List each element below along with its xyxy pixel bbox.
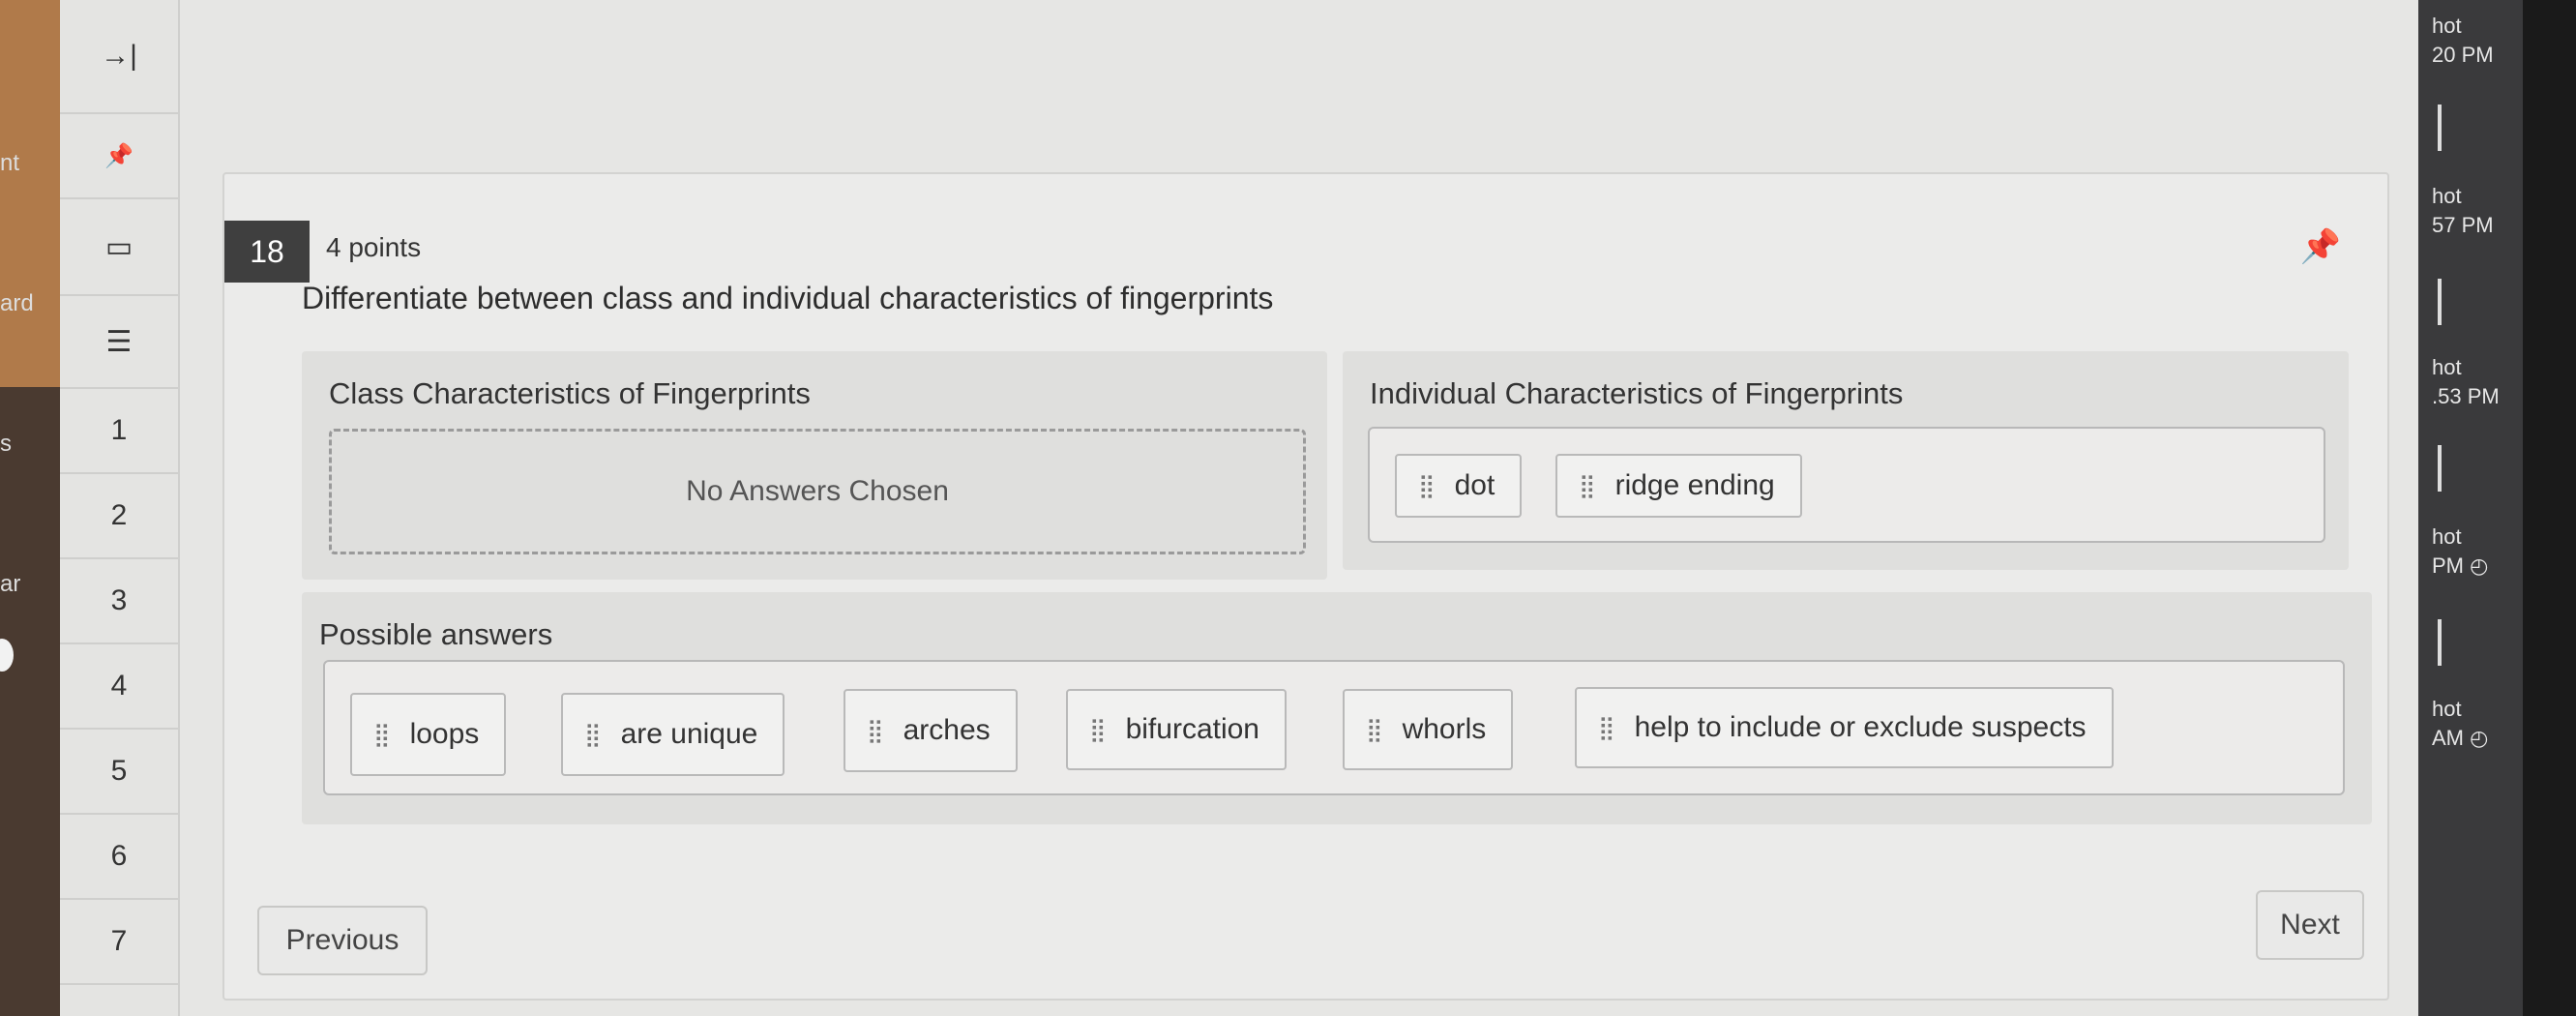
notification-bar [2438,445,2442,492]
class-category-panel: Class Characteristics of Fingerprints No… [302,351,1327,580]
background-left: nt ard s ar [0,0,60,1016]
drag-handle-icon: ⣿ [1089,716,1107,743]
question-navigator: →| 📌 ▭ ☰ 1 2 3 4 5 6 7 [60,0,180,1016]
drag-handle-icon: ⣿ [1598,714,1615,741]
nav-question-2[interactable]: 2 [60,474,178,559]
next-button[interactable]: Next [2256,890,2364,960]
nav-question-4[interactable]: 4 [60,644,178,730]
answer-chip[interactable]: ⣿ ridge ending [1555,454,1802,518]
answer-chip-label: whorls [1402,713,1487,745]
notification-bar [2438,619,2442,666]
answer-chip[interactable]: ⣿ loops [350,693,507,776]
background-strip [0,0,60,387]
previous-button[interactable]: Previous [257,906,428,975]
notes-icon[interactable]: ☰ [60,296,178,389]
question-card: 18 4 points 📌 Differentiate between clas… [222,172,2389,1001]
individual-category-panel: Individual Characteristics of Fingerprin… [1343,351,2349,570]
drag-handle-icon: ⣿ [1418,472,1436,499]
answer-chip[interactable]: ⣿ dot [1395,454,1523,518]
answer-chip-label: loops [409,718,480,750]
nav-question-7[interactable]: 7 [60,900,178,985]
individual-category-title: Individual Characteristics of Fingerprin… [1370,376,1904,410]
notification-label: hot [2432,697,2462,721]
notification-label: hot [2432,14,2462,38]
pin-icon[interactable]: 📌 [60,114,178,199]
nav-question-5[interactable]: 5 [60,730,178,815]
answer-chip-label: are unique [620,718,758,750]
question-number: 18 [224,221,310,283]
notification-entry: hot .53 PM [2432,353,2500,411]
notification-entry: hot 57 PM [2432,182,2494,240]
class-category-title: Class Characteristics of Fingerprints [329,376,811,410]
notification-time: 20 PM [2432,43,2494,67]
notification-time: PM ◴ [2432,553,2489,578]
answer-chip-label: arches [903,714,991,746]
notification-label: hot [2432,184,2462,208]
drag-handle-icon: ⣿ [1366,716,1383,743]
answer-chip[interactable]: ⣿ help to include or exclude suspects [1575,687,2114,768]
notification-entry: hot PM ◴ [2432,523,2488,581]
notification-time: 57 PM [2432,213,2494,237]
notification-strip: hot 20 PM hot 57 PM hot .53 PM hot PM ◴ … [2418,0,2576,1016]
answer-chip[interactable]: ⣿ bifurcation [1066,689,1287,770]
nav-question-3[interactable]: 3 [60,559,178,644]
bookmark-icon[interactable]: ▭ [60,199,178,296]
answer-chip[interactable]: ⣿ arches [844,689,1018,772]
notification-label: hot [2432,524,2462,549]
drag-handle-icon: ⣿ [867,717,884,744]
question-points: 4 points [326,232,422,262]
possible-answers-panel: Possible answers ⣿ loops ⣿ are unique ⣿ … [302,592,2372,824]
answer-chip-label: ridge ending [1614,469,1775,501]
notification-time: .53 PM [2432,384,2500,408]
background-dot [0,639,14,672]
screen-edge [2523,0,2576,1016]
empty-dropzone-text: No Answers Chosen [686,475,949,507]
drag-handle-icon: ⣿ [1579,472,1596,499]
drag-handle-icon: ⣿ [584,721,602,748]
background-text: s [0,431,12,457]
question-prompt: Differentiate between class and individu… [302,281,1274,315]
drag-handle-icon: ⣿ [373,721,391,748]
answer-chip[interactable]: ⣿ whorls [1343,689,1514,770]
collapse-icon[interactable]: →| [60,0,178,114]
nav-question-1[interactable]: 1 [60,389,178,474]
class-dropzone[interactable]: No Answers Chosen [329,429,1306,554]
notification-entry: hot 20 PM [2432,12,2494,70]
nav-question-6[interactable]: 6 [60,815,178,900]
possible-answers-title: Possible answers [319,617,553,651]
notification-entry: hot AM ◴ [2432,695,2488,753]
background-text: ard [0,290,34,316]
notification-bar [2438,279,2442,325]
individual-dropzone[interactable]: ⣿ dot ⣿ ridge ending [1368,427,2325,543]
notification-time: AM ◴ [2432,726,2489,750]
background-text: ar [0,571,21,597]
notification-label: hot [2432,355,2462,379]
background-text: nt [0,150,20,176]
answer-chip[interactable]: ⣿ are unique [561,693,785,776]
answer-chip-label: help to include or exclude suspects [1634,711,2087,743]
answer-chip-label: bifurcation [1125,713,1259,745]
answer-chip-label: dot [1454,469,1495,501]
notification-bar [2438,105,2442,151]
pin-icon[interactable]: 📌 [2300,227,2341,266]
possible-answers-pool[interactable]: ⣿ loops ⣿ are unique ⣿ arches ⣿ bifurcat… [323,660,2345,795]
